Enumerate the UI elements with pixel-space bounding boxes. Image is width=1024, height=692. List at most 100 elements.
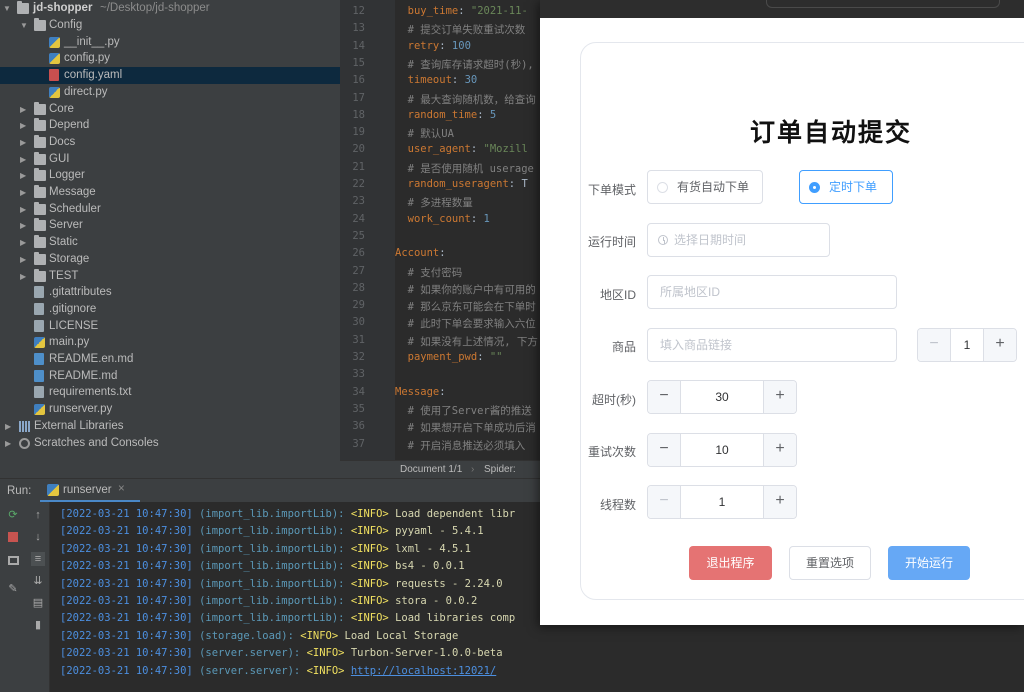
tree-item[interactable]: ▶ Scheduler bbox=[0, 201, 340, 218]
tree-item[interactable]: README.en.md bbox=[0, 351, 340, 368]
code-token: : T bbox=[508, 178, 528, 190]
folder-icon bbox=[34, 118, 46, 132]
line-number: 34 bbox=[352, 385, 365, 398]
expand-right-icon[interactable]: ▶ bbox=[20, 167, 30, 184]
python-file-icon bbox=[49, 86, 60, 98]
expand-right-icon[interactable]: ▶ bbox=[20, 151, 30, 168]
run-tab-runserver[interactable]: runserver × bbox=[40, 479, 140, 503]
exit-button[interactable]: 退出程序 bbox=[689, 546, 772, 580]
pin-icon[interactable]: ✎ bbox=[6, 582, 20, 596]
tree-item[interactable]: README.md bbox=[0, 368, 340, 385]
expand-right-icon[interactable]: ▶ bbox=[20, 268, 30, 285]
thread-decrease-button[interactable]: − bbox=[648, 486, 681, 518]
folder-icon bbox=[34, 151, 46, 165]
print-icon[interactable]: ▤ bbox=[31, 596, 45, 610]
folder-icon bbox=[17, 1, 29, 14]
tree-item[interactable]: ▶ Message bbox=[0, 184, 340, 201]
expand-right-icon[interactable]: ▶ bbox=[20, 217, 30, 234]
tree-item[interactable]: ▶ Scratches and Consoles bbox=[0, 435, 340, 452]
expand-right-icon[interactable]: ▶ bbox=[20, 134, 30, 151]
stop-icon[interactable] bbox=[6, 530, 20, 544]
tree-item[interactable]: ▶ Static bbox=[0, 234, 340, 251]
start-button[interactable]: 开始运行 bbox=[888, 546, 970, 580]
tree-item-label: TEST bbox=[49, 269, 79, 282]
datetime-picker[interactable]: 选择日期时间 bbox=[647, 223, 830, 257]
layout-icon[interactable] bbox=[6, 554, 20, 568]
tree-item[interactable]: runserver.py bbox=[0, 401, 340, 418]
code-token: # 是否使用随机 userage bbox=[395, 162, 534, 175]
scroll-to-end-icon[interactable]: ⇊ bbox=[31, 574, 45, 588]
close-tab-icon[interactable]: × bbox=[118, 483, 125, 495]
log-level: <INFO> bbox=[350, 525, 389, 538]
titlebar-search-field[interactable] bbox=[766, 0, 1000, 8]
tree-item[interactable]: ▶ GUI bbox=[0, 151, 340, 168]
tree-item[interactable]: .gitignore bbox=[0, 301, 340, 318]
tree-root[interactable]: ▼ jd-shopper ~/Desktop/jd-shopper bbox=[0, 0, 340, 17]
retry-decrease-button[interactable]: − bbox=[648, 434, 681, 466]
markdown-file-icon bbox=[34, 353, 44, 365]
expand-right-icon[interactable]: ▶ bbox=[20, 234, 30, 251]
qty-value[interactable]: 1 bbox=[951, 329, 983, 361]
expand-right-icon[interactable]: ▶ bbox=[5, 418, 15, 435]
breadcrumb-doc[interactable]: Document 1/1 bbox=[400, 461, 462, 479]
retry-increase-button[interactable]: + bbox=[763, 434, 796, 466]
reset-button[interactable]: 重置选项 bbox=[789, 546, 871, 580]
tree-item-label: config.py bbox=[64, 52, 111, 65]
tree-item[interactable]: ▶ Storage bbox=[0, 251, 340, 268]
tree-item[interactable]: ▶ TEST bbox=[0, 268, 340, 285]
tree-item[interactable]: main.py bbox=[0, 334, 340, 351]
tree-item[interactable]: ▶ External Libraries bbox=[0, 418, 340, 435]
expand-right-icon[interactable]: ▶ bbox=[20, 101, 30, 118]
thread-increase-button[interactable]: + bbox=[763, 486, 796, 518]
tree-item[interactable]: __init__.py bbox=[0, 34, 340, 51]
expand-down-icon[interactable]: ▼ bbox=[20, 17, 30, 34]
area-id-input[interactable]: 所属地区ID bbox=[647, 275, 897, 309]
expand-right-icon[interactable]: ▶ bbox=[20, 117, 30, 134]
expand-right-icon[interactable]: ▶ bbox=[5, 435, 15, 452]
tree-item[interactable]: config.py bbox=[0, 50, 340, 67]
scroll-down-icon[interactable]: ↓ bbox=[31, 530, 45, 544]
tree-item[interactable]: requirements.txt bbox=[0, 384, 340, 401]
tree-item[interactable]: config.yaml bbox=[0, 67, 340, 85]
expand-right-icon[interactable]: ▶ bbox=[20, 184, 30, 201]
tree-item[interactable]: direct.py bbox=[0, 84, 340, 101]
timeout-increase-button[interactable]: + bbox=[763, 381, 796, 413]
tree-item[interactable]: ▶ Server bbox=[0, 217, 340, 234]
server-url-link[interactable]: http://localhost:12021/ bbox=[351, 665, 496, 677]
tree-item[interactable]: ▶ Logger bbox=[0, 167, 340, 184]
trash-icon[interactable]: ▮ bbox=[31, 618, 45, 632]
code-line: # 查询库存请求超时(秒), bbox=[395, 57, 534, 72]
code-line: # 如果你的账户中有可用的 bbox=[395, 282, 536, 297]
log-module: (import_lib.importLib): bbox=[199, 525, 345, 538]
expand-right-icon[interactable]: ▶ bbox=[20, 201, 30, 218]
tree-item[interactable]: ▶ Core bbox=[0, 101, 340, 118]
code-token: : bbox=[451, 74, 465, 87]
retry-value[interactable]: 10 bbox=[681, 434, 763, 466]
timeout-stepper: − 30 + bbox=[647, 380, 797, 414]
timeout-value[interactable]: 30 bbox=[681, 381, 763, 413]
code-editor[interactable]: buy_time: "2021-11- # 提交订单失败重试次数 retry: … bbox=[395, 0, 540, 460]
thread-value[interactable]: 1 bbox=[681, 486, 763, 518]
breadcrumb-spider[interactable]: Spider: bbox=[484, 461, 516, 479]
tree-item[interactable]: ▶ Depend bbox=[0, 117, 340, 134]
qty-increase-button[interactable]: + bbox=[983, 329, 1016, 361]
goods-link-input[interactable]: 填入商品链接 bbox=[647, 328, 897, 362]
soft-wrap-icon[interactable]: ≡ bbox=[31, 552, 45, 566]
run-label: Run: bbox=[7, 485, 32, 497]
code-token: payment_pwd bbox=[395, 351, 478, 363]
tree-item[interactable]: LICENSE bbox=[0, 318, 340, 335]
mode-option-scheduled[interactable]: 定时下单 bbox=[799, 170, 893, 204]
mode-option-instock[interactable]: 有货自动下单 bbox=[647, 170, 763, 204]
log-level: <INFO> bbox=[350, 612, 389, 625]
timeout-decrease-button[interactable]: − bbox=[648, 381, 681, 413]
editor-breadcrumb: Document 1/1 › Spider: bbox=[340, 460, 540, 478]
expand-right-icon[interactable]: ▶ bbox=[20, 251, 30, 268]
code-token: # 那么京东可能会在下单时 bbox=[395, 301, 536, 314]
tree-item-label: .gitignore bbox=[49, 302, 97, 315]
tree-item[interactable]: ▶ Docs bbox=[0, 134, 340, 151]
tree-item[interactable]: .gitattributes bbox=[0, 284, 340, 301]
tree-item[interactable]: ▼ Config bbox=[0, 17, 340, 34]
scroll-up-icon[interactable]: ↑ bbox=[31, 508, 45, 522]
qty-decrease-button[interactable]: − bbox=[918, 329, 951, 361]
rerun-icon[interactable]: ⟳ bbox=[6, 508, 20, 522]
